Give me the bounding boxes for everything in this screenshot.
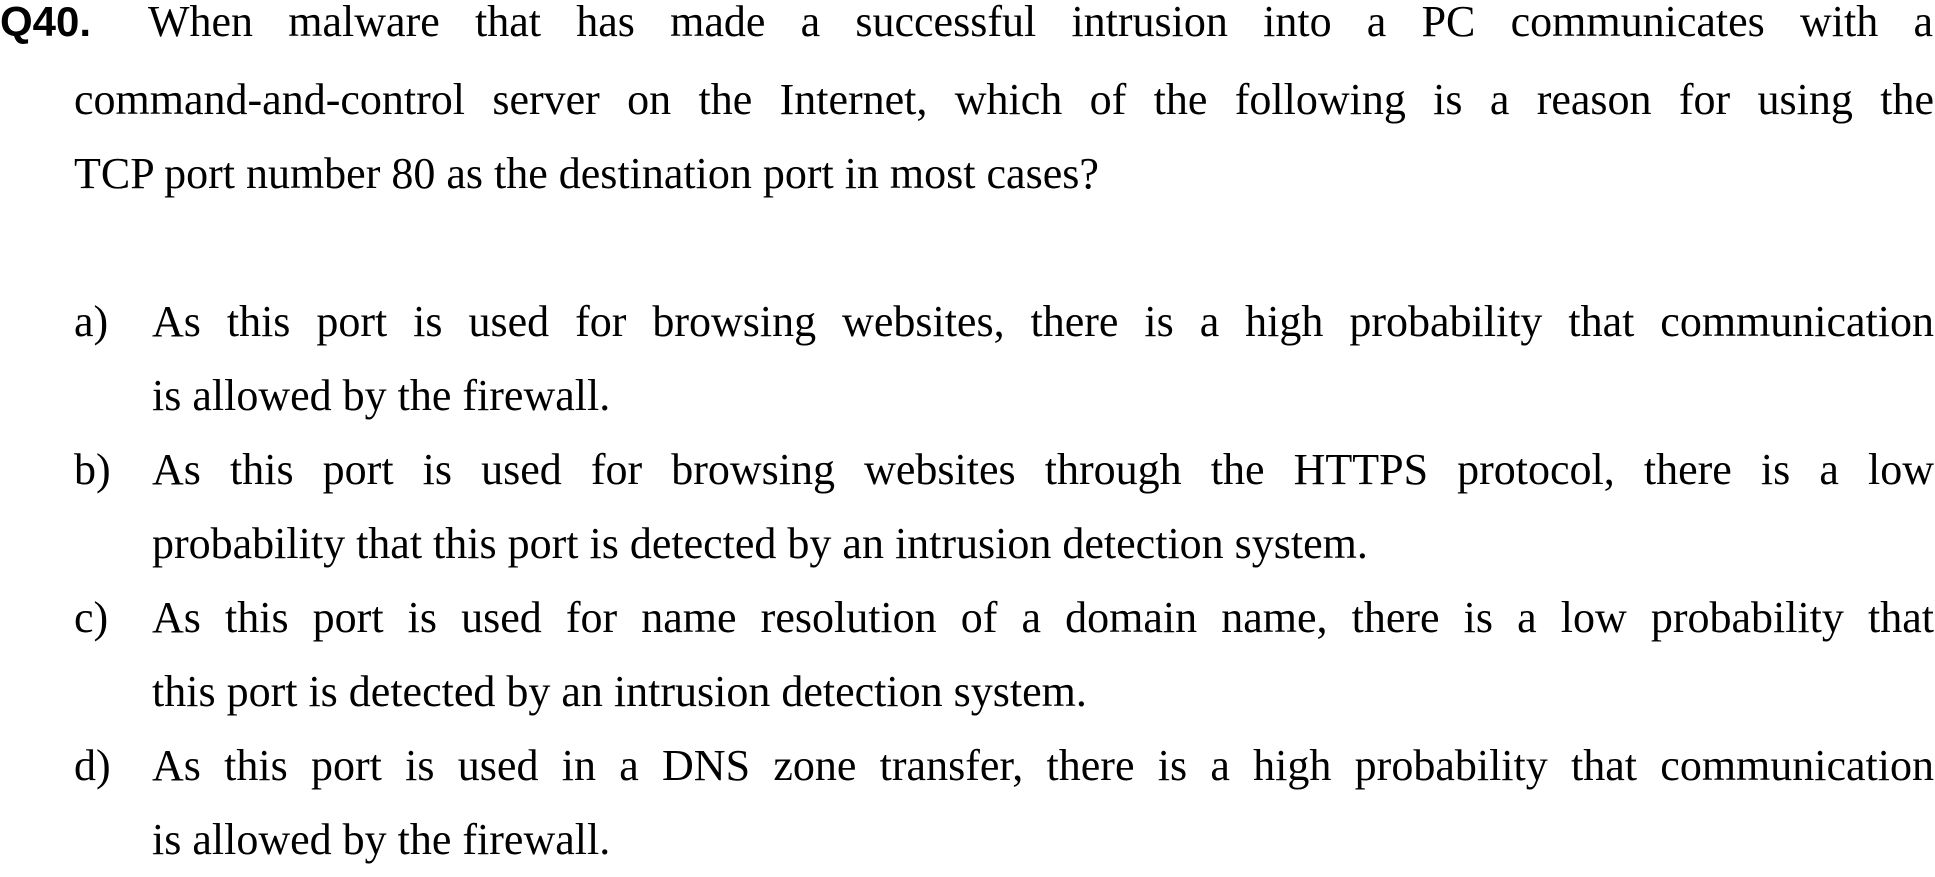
question-text-line-2: command-and-control server on the Intern… (74, 75, 1934, 124)
question-text-line-1: When malware that has made a successful … (148, 0, 1933, 46)
option-a-letter: a) (74, 297, 109, 346)
option-d-letter: d) (74, 741, 111, 790)
question-number: Q40. (0, 0, 92, 45)
option-b-text-line-2: probability that this port is detected b… (152, 519, 1368, 568)
option-d-text-line-1: As this port is used in a DNS zone trans… (152, 741, 1934, 790)
question-text-line-3: TCP port number 80 as the destination po… (74, 149, 1099, 198)
option-c-letter: c) (74, 593, 109, 642)
option-a-text-line-1: As this port is used for browsing websit… (152, 297, 1934, 346)
option-c-text-line-2: this port is detected by an intrusion de… (152, 667, 1087, 716)
option-c-text-line-1: As this port is used for name resolution… (152, 593, 1934, 642)
option-b-letter: b) (74, 445, 111, 494)
option-a-text-line-2: is allowed by the firewall. (152, 371, 611, 420)
option-d-text-line-2: is allowed by the firewall. (152, 815, 611, 864)
option-b-text-line-1: As this port is used for browsing websit… (152, 445, 1934, 494)
